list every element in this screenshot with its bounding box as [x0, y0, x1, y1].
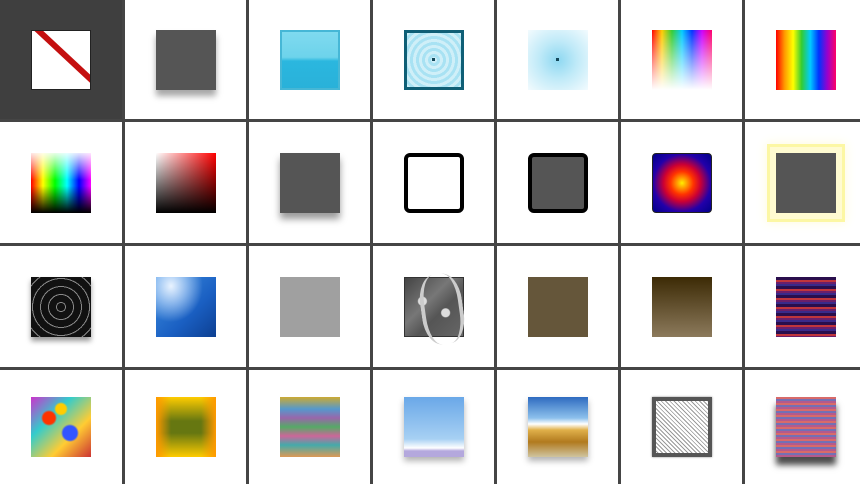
style-outer-glow-swatch	[775, 152, 836, 213]
style-wave-cell[interactable]	[249, 370, 370, 484]
style-stripes-cell[interactable]	[745, 246, 860, 367]
style-rainbow-fade-cell[interactable]	[621, 0, 742, 119]
style-lines-swatch	[775, 397, 836, 457]
style-brown-gradient-swatch	[651, 276, 712, 337]
style-none-cell[interactable]	[0, 0, 122, 119]
style-glossy-blue-swatch	[279, 29, 340, 90]
style-orange-green-swatch	[155, 397, 216, 457]
style-outline-swatch	[403, 152, 464, 213]
style-brown-gradient-cell[interactable]	[621, 246, 742, 367]
style-glossy-blue-cell[interactable]	[249, 0, 370, 119]
style-drop-shadow-cell[interactable]	[125, 0, 246, 119]
style-lines-cell[interactable]	[745, 370, 860, 484]
style-psychedelic-cell[interactable]	[0, 370, 122, 484]
style-brown-swatch	[527, 276, 588, 337]
style-outline-fill-cell[interactable]	[497, 122, 618, 243]
style-drop-shadow-2-swatch	[279, 152, 340, 213]
style-gray-marble-swatch	[403, 276, 464, 337]
style-none-swatch	[31, 29, 91, 90]
style-rainbow-fade-swatch	[651, 29, 712, 90]
style-blue-frame-swatch	[403, 29, 464, 90]
style-noise-swatch	[651, 397, 712, 457]
style-orange-green-cell[interactable]	[125, 370, 246, 484]
style-radial-blue-swatch	[651, 152, 712, 213]
style-outer-glow-cell[interactable]	[745, 122, 860, 243]
style-drop-shadow-2-cell[interactable]	[249, 122, 370, 243]
style-spectrum-swatch	[31, 152, 91, 213]
style-rainbow-cell[interactable]	[745, 0, 860, 119]
style-sky-cell[interactable]	[373, 370, 494, 484]
style-outline-fill-swatch	[527, 152, 588, 213]
style-rainbow-swatch	[775, 29, 836, 90]
style-blue-frame-cell[interactable]	[373, 0, 494, 119]
style-red-gradient-swatch	[155, 152, 216, 213]
style-blue-light-swatch	[155, 276, 216, 337]
style-gray-marble-cell[interactable]	[373, 246, 494, 367]
style-red-gradient-cell[interactable]	[125, 122, 246, 243]
style-gray-swatch	[279, 276, 340, 337]
style-concentric-rings-swatch	[31, 276, 91, 337]
style-noise-cell[interactable]	[621, 370, 742, 484]
style-blue-fade-cell[interactable]	[497, 0, 618, 119]
style-landscape-swatch	[527, 397, 588, 457]
style-blue-fade-swatch	[527, 29, 588, 90]
style-sky-swatch	[403, 397, 464, 457]
style-outline-cell[interactable]	[373, 122, 494, 243]
style-spectrum-cell[interactable]	[0, 122, 122, 243]
style-drop-shadow-swatch	[155, 29, 216, 90]
style-psychedelic-swatch	[31, 397, 91, 457]
style-radial-blue-cell[interactable]	[621, 122, 742, 243]
style-brown-cell[interactable]	[497, 246, 618, 367]
style-swatch-grid	[0, 0, 860, 484]
style-blue-light-cell[interactable]	[125, 246, 246, 367]
style-stripes-swatch	[775, 276, 836, 337]
style-gray-cell[interactable]	[249, 246, 370, 367]
style-landscape-cell[interactable]	[497, 370, 618, 484]
style-wave-swatch	[279, 397, 340, 457]
style-concentric-rings-cell[interactable]	[0, 246, 122, 367]
